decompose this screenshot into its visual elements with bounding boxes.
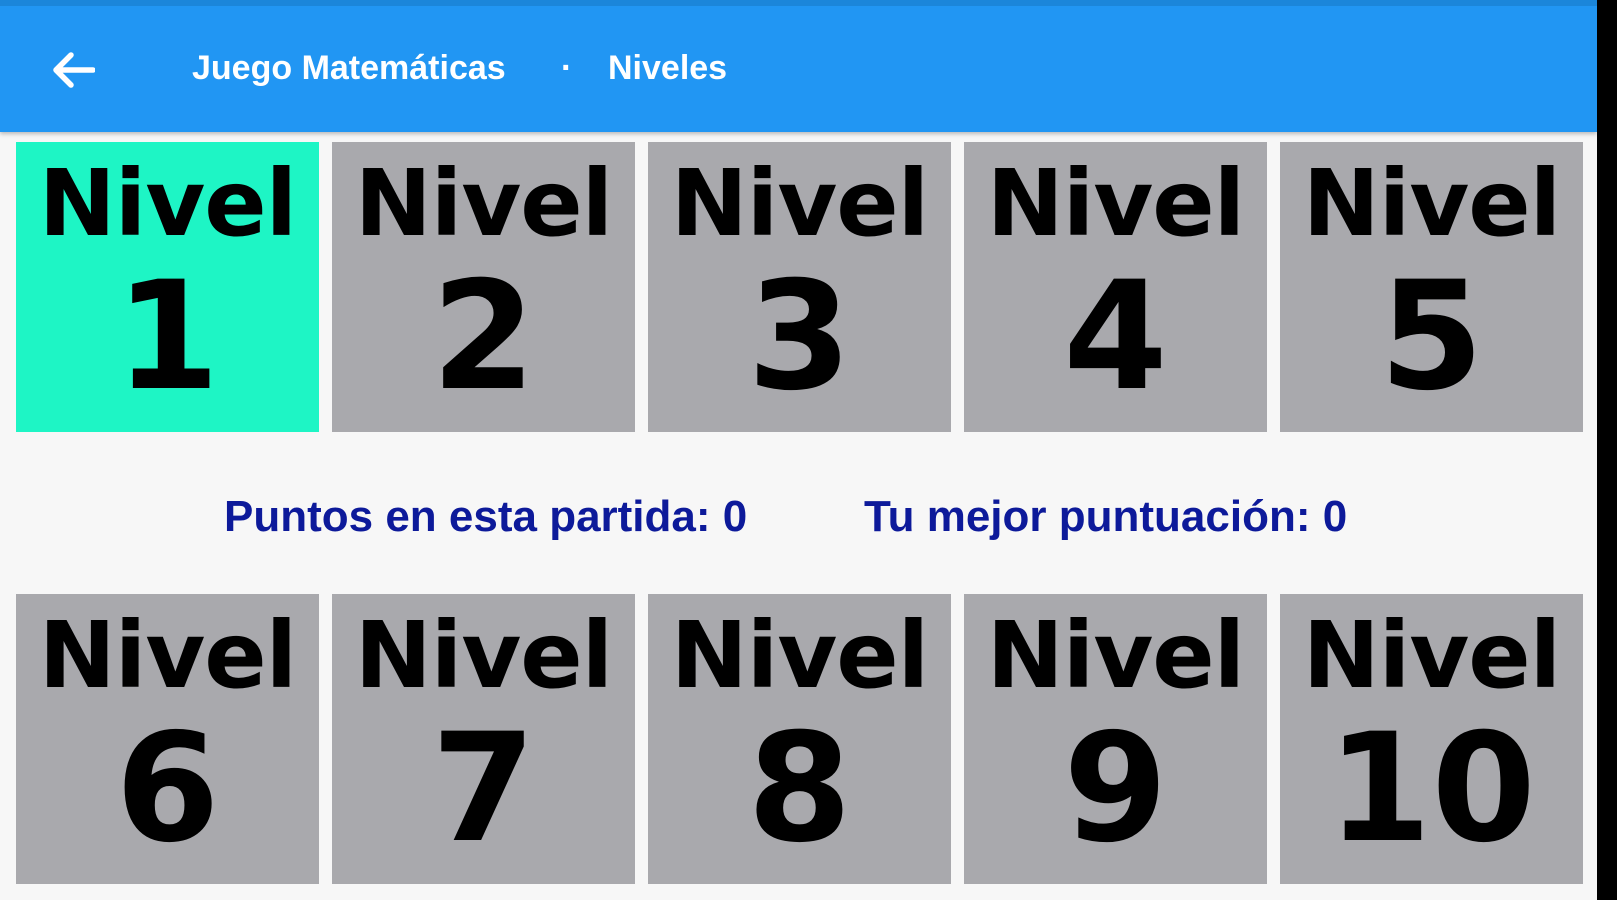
current-score-text: Puntos en esta partida: 0: [224, 492, 748, 541]
level-label: Nivel: [1302, 602, 1561, 709]
levels-row-top: Nivel 1 Nivel 2 Nivel 3 Nivel 4 Nivel 5: [16, 142, 1584, 432]
level-number: 10: [1327, 702, 1536, 876]
level-label: Nivel: [38, 150, 297, 257]
levels-row-bottom: Nivel 6 Nivel 7 Nivel 8 Nivel 9 Nivel 10: [16, 594, 1584, 884]
level-4-button[interactable]: Nivel 4: [964, 142, 1267, 432]
level-number: 9: [1063, 702, 1168, 876]
title-separator: ·: [561, 49, 573, 87]
level-10-button[interactable]: Nivel 10: [1280, 594, 1583, 884]
status-strip: [0, 0, 1597, 6]
level-5-button[interactable]: Nivel 5: [1280, 142, 1583, 432]
level-1-button[interactable]: Nivel 1: [16, 142, 319, 432]
level-3-button[interactable]: Nivel 3: [648, 142, 951, 432]
level-7-button[interactable]: Nivel 7: [332, 594, 635, 884]
level-label: Nivel: [354, 150, 613, 257]
level-number: 5: [1379, 250, 1484, 424]
level-9-button[interactable]: Nivel 9: [964, 594, 1267, 884]
app-title: Juego Matemáticas: [192, 49, 506, 87]
score-bar: Puntos en esta partida: 0 Tu mejor puntu…: [0, 486, 1597, 546]
level-number: 1: [115, 250, 220, 424]
level-label: Nivel: [1302, 150, 1561, 257]
arrow-back-icon: [53, 52, 95, 88]
level-label: Nivel: [986, 602, 1245, 709]
level-label: Nivel: [38, 602, 297, 709]
best-score-text: Tu mejor puntuación: 0: [864, 492, 1348, 541]
level-label: Nivel: [670, 602, 929, 709]
level-2-button[interactable]: Nivel 2: [332, 142, 635, 432]
level-select-screen: Juego Matemáticas · Niveles Nivel 1 Nive…: [0, 0, 1597, 900]
level-8-button[interactable]: Nivel 8: [648, 594, 951, 884]
app-bar: Juego Matemáticas · Niveles: [0, 0, 1597, 132]
level-label: Nivel: [354, 602, 613, 709]
back-button[interactable]: [38, 38, 108, 102]
level-number: 7: [431, 702, 536, 876]
level-number: 3: [747, 250, 852, 424]
level-number: 2: [431, 250, 536, 424]
level-number: 8: [747, 702, 852, 876]
level-6-button[interactable]: Nivel 6: [16, 594, 319, 884]
page-title: Niveles: [608, 49, 728, 87]
level-number: 6: [115, 702, 220, 876]
level-label: Nivel: [986, 150, 1245, 257]
level-label: Nivel: [670, 150, 929, 257]
level-number: 4: [1063, 250, 1168, 424]
